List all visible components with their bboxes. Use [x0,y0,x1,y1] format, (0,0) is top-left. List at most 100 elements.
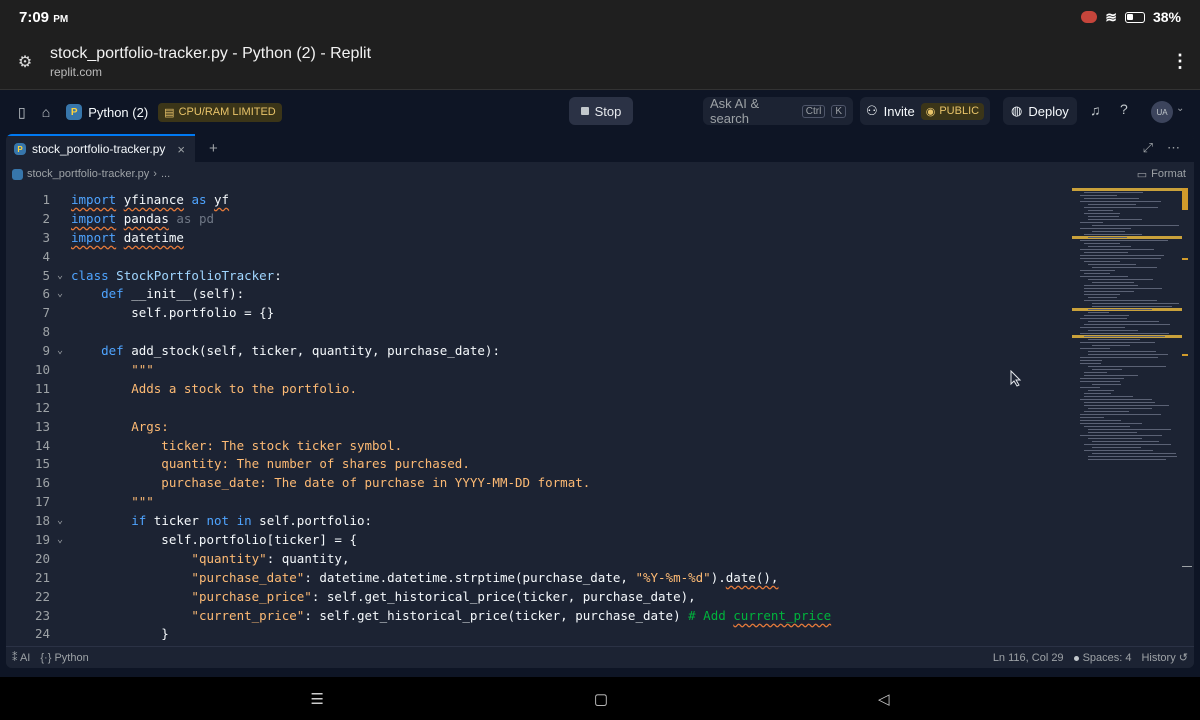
code-line: 10 """ [34,361,154,377]
minimap-line [1088,210,1113,211]
stop-button[interactable]: Stop [569,97,633,125]
sparkle-icon: ⁑ [12,652,18,664]
expand-icon[interactable]: ⤢ [1143,140,1153,156]
minimap-line [1088,297,1117,298]
code-line: 15 quantity: The number of shares purcha… [34,456,470,472]
code-line: 11 Adds a stock to the portfolio. [34,380,357,396]
back-icon[interactable]: ◁ [878,690,890,708]
minimap-line [1084,300,1157,301]
minimap-line [1080,420,1121,421]
minimap-line [1084,444,1171,445]
minimap-line [1092,453,1176,454]
format-button[interactable]: ▭ Format [1137,168,1194,181]
avatar[interactable]: UA [1151,101,1173,123]
home-button-icon[interactable]: ▢ [594,690,608,708]
minimap[interactable] [1072,188,1184,646]
ai-search-bar[interactable]: Ask AI & search Ctrl K [703,96,853,126]
invite-button[interactable]: ⚇ Invite ◉ PUBLIC [860,97,991,125]
minimap-line [1084,372,1107,373]
globe-icon: ◍ [1011,103,1023,118]
screen-record-icon [1081,11,1098,23]
minimap-line [1080,435,1162,436]
minimap-line [1080,255,1164,256]
minimap-line [1084,402,1155,403]
minimap-line [1080,387,1100,388]
scrollbar-marker [1182,258,1188,260]
minimap-line [1088,459,1166,460]
add-user-icon: ⚇ [866,103,878,118]
help-icon[interactable]: ? [1120,101,1128,117]
minimap-line [1080,249,1154,250]
home-icon[interactable]: ⌂ [42,104,50,120]
code-line: 8 [42,324,50,340]
sidebar-toggle-icon[interactable]: ▯ [18,104,26,121]
code-line: 13 Args: [34,418,169,434]
minimap-line [1080,240,1168,241]
browser-menu-icon[interactable]: ⋮ [1160,51,1200,72]
minimap-line [1084,393,1111,394]
cursor-position[interactable]: Ln 116, Col 29 [993,652,1064,664]
code-line: 12 [34,399,50,415]
indent-setting[interactable]: Spaces: 4 [1073,652,1131,664]
tab-stock-portfolio-tracker[interactable]: P stock_portfolio-tracker.py × [6,134,195,162]
minimap-line [1080,423,1142,424]
minimap-line [1088,279,1153,280]
minimap-line [1084,375,1138,376]
language-button[interactable]: {·} Python [40,652,88,664]
minimap-line [1084,234,1142,235]
fold-chevron-icon: ⌄ [56,533,64,545]
close-icon[interactable]: × [177,142,185,157]
minimap-line [1088,309,1152,310]
code-area[interactable]: 1 import yfinance as yf 2 import pandas as… [6,190,1072,646]
minimap-line [1084,198,1139,199]
minimap-line [1088,351,1156,352]
chevron-down-icon[interactable]: ⌄ [1176,103,1184,114]
minimap-line [1088,408,1152,409]
history-button[interactable]: History ↺ [1141,651,1188,664]
add-tab-icon[interactable]: + [209,140,218,157]
page-domain[interactable]: replit.com [50,65,371,79]
minimap-line [1092,303,1179,304]
minimap-line [1080,378,1124,379]
minimap-line [1080,318,1127,319]
minimap-line [1080,348,1110,349]
minimap-line [1088,429,1171,430]
stop-icon [580,107,589,115]
browser-url-bar: ⚙ stock_portfolio-tracker.py - Python (2… [0,34,1200,90]
history-icon: ↺ [1178,652,1188,664]
ai-button[interactable]: ⁑ AI [12,651,30,664]
fold-chevron-icon: ⌄ [56,345,64,357]
minimap-line [1084,291,1134,292]
minimap-line [1084,192,1143,193]
site-settings-icon[interactable]: ⚙ [0,52,50,72]
minimap-line [1084,285,1138,286]
minimap-line [1084,405,1169,406]
minimap-line [1080,381,1120,382]
recents-icon[interactable]: ☰ [310,690,323,708]
code-line: 4 [42,248,50,264]
minimap-line [1084,396,1133,397]
minimap-line [1080,414,1161,415]
python-icon: P [66,104,83,120]
scrollbar-marker [1182,206,1188,208]
repl-name-button[interactable]: P Python (2) [66,104,148,120]
minimap-line [1084,288,1162,289]
bell-icon[interactable]: ♫ [1090,102,1101,118]
minimap-line [1092,306,1172,307]
chevron-right-icon: › [153,168,157,180]
minimap-line [1080,363,1101,364]
code-line: 21 "purchase_date": datetime.datetime.st… [34,569,779,585]
minimap-line [1084,252,1128,253]
eye-icon: ◉ [925,105,936,118]
minimap-line [1080,228,1131,229]
minimap-line [1088,390,1114,391]
minimap-line [1080,195,1117,196]
public-badge[interactable]: ◉ PUBLIC [920,102,985,120]
more-icon[interactable]: ⋯ [1167,140,1180,156]
minimap-line [1084,261,1120,262]
code-editor-pane: P stock_portfolio-tracker.py × + ⤢ ⋯ sto… [6,134,1194,668]
deploy-button[interactable]: ◍ Deploy [1003,97,1077,125]
replit-header: ▯ ⌂ P Python (2) ▤ CPU/RAM LIMITED Stop … [0,92,1200,132]
resource-limit-badge[interactable]: ▤ CPU/RAM LIMITED [158,102,282,122]
minimap-line [1088,432,1137,433]
